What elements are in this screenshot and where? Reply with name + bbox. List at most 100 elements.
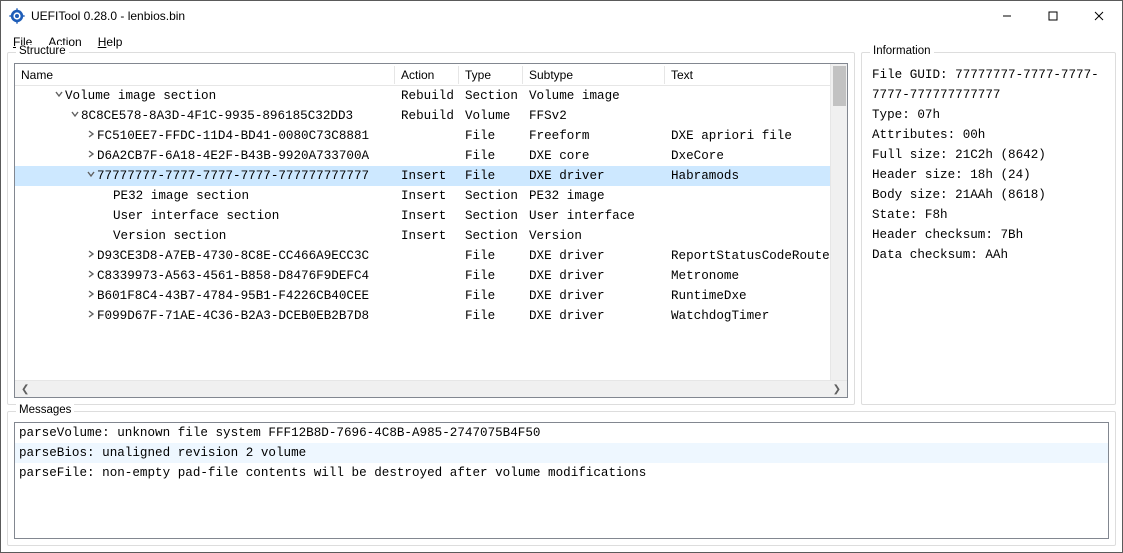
tree-row-subtype: FFSv2 <box>523 106 665 126</box>
tree-row-name: C8339973-A563-4561-B858-D8476F9DEFC4 <box>97 269 369 283</box>
information-legend: Information <box>870 45 934 57</box>
tree-row-type: Section <box>459 186 523 206</box>
tree-row[interactable]: B601F8C4-43B7-4784-95B1-F4226CB40CEE File… <box>15 286 847 306</box>
messages-groupbox: Messages parseVolume: unknown file syste… <box>7 411 1116 546</box>
message-row[interactable]: parseBios: unaligned revision 2 volume <box>15 443 1108 463</box>
menubar: File Action Help <box>1 31 1122 52</box>
tree-row-name: Volume image section <box>65 89 216 103</box>
tree-row-text: Metronome <box>665 266 847 286</box>
col-header-subtype[interactable]: Subtype <box>523 66 665 84</box>
expander-closed-icon[interactable] <box>85 246 97 266</box>
tree-row[interactable]: C8339973-A563-4561-B858-D8476F9DEFC4File… <box>15 266 847 286</box>
app-window: UEFITool 0.28.0 - lenbios.bin File Actio… <box>0 0 1123 553</box>
hscroll-right-arrow[interactable]: ❯ <box>829 384 845 395</box>
structure-vscroll-thumb[interactable] <box>833 66 846 106</box>
tree-row[interactable]: FC510EE7-FFDC-11D4-BD41-0080C73C8881 File… <box>15 126 847 146</box>
tree-row-text <box>665 206 847 226</box>
minimize-button[interactable] <box>984 1 1030 31</box>
tree-row-subtype: Freeform <box>523 126 665 146</box>
tree-row-action <box>395 126 459 146</box>
tree-row-type: File <box>459 146 523 166</box>
expander-open-icon[interactable] <box>53 86 65 106</box>
col-header-action[interactable]: Action <box>395 66 459 84</box>
tree-row-type: File <box>459 126 523 146</box>
tree-row-text: DXE apriori file <box>665 126 847 146</box>
tree-row[interactable]: 8C8CE578-8A3D-4F1C-9935-896185C32DD3Rebu… <box>15 106 847 126</box>
tree-row[interactable]: 77777777-7777-7777-7777-777777777777 Inse… <box>15 166 847 186</box>
structure-groupbox: Structure Name Action Type Subtype Text … <box>7 52 855 405</box>
message-row[interactable]: parseFile: non-empty pad-file contents w… <box>15 463 1108 483</box>
structure-vscrollbar[interactable] <box>830 64 847 380</box>
tree-row[interactable]: Version sectionInsertSectionVersion <box>15 226 847 246</box>
structure-tree-body[interactable]: Volume image sectionRebuildSectionVolume… <box>15 86 847 380</box>
tree-row[interactable]: D93CE3D8-A7EB-4730-8C8E-CC466A9ECC3C File… <box>15 246 847 266</box>
tree-row-name: User interface section <box>113 209 279 223</box>
tree-row-subtype: DXE driver <box>523 306 665 326</box>
tree-row-action <box>395 306 459 326</box>
tree-row-name: Version section <box>113 229 226 243</box>
tree-row-type: Volume <box>459 106 523 126</box>
message-row[interactable]: parseVolume: unknown file system FFF12B8… <box>15 423 1108 443</box>
tree-row-type: Section <box>459 206 523 226</box>
structure-tree-header: Name Action Type Subtype Text <box>15 64 847 86</box>
tree-row-name: FC510EE7-FFDC-11D4-BD41-0080C73C8881 <box>97 129 369 143</box>
maximize-button[interactable] <box>1030 1 1076 31</box>
tree-row-action: Rebuild <box>395 86 459 106</box>
information-body[interactable]: File GUID: 77777777-7777-7777-7777-77777… <box>868 63 1109 398</box>
expander-closed-icon[interactable] <box>85 306 97 326</box>
structure-tree[interactable]: Name Action Type Subtype Text Volume ima… <box>14 63 848 398</box>
tree-row-subtype: DXE driver <box>523 266 665 286</box>
tree-row[interactable]: Volume image section RebuildSectionVolume… <box>15 86 847 106</box>
structure-legend: Structure <box>16 45 69 57</box>
expander-closed-icon[interactable] <box>85 266 97 286</box>
app-icon <box>9 8 25 24</box>
messages-body[interactable]: parseVolume: unknown file system FFF12B8… <box>14 422 1109 539</box>
expander-closed-icon[interactable] <box>85 126 97 146</box>
tree-row-text <box>665 86 847 106</box>
tree-row-subtype: Volume image <box>523 86 665 106</box>
col-header-type[interactable]: Type <box>459 66 523 84</box>
menu-help[interactable]: Help <box>90 33 131 51</box>
tree-row[interactable]: User interface sectionInsertSectionUser … <box>15 206 847 226</box>
tree-row-action: Insert <box>395 166 459 186</box>
tree-row-type: File <box>459 286 523 306</box>
tree-row-text <box>665 106 847 126</box>
tree-row-text: WatchdogTimer <box>665 306 847 326</box>
tree-row[interactable]: F099D67F-71AE-4C36-B2A3-DCEB0EB2B7D8File… <box>15 306 847 326</box>
expander-open-icon[interactable] <box>85 166 97 186</box>
col-header-text[interactable]: Text <box>665 66 847 84</box>
tree-row-type: File <box>459 246 523 266</box>
tree-row-action <box>395 266 459 286</box>
content-area: Structure Name Action Type Subtype Text … <box>1 52 1122 552</box>
expander-closed-icon[interactable] <box>85 286 97 306</box>
tree-row-type: Section <box>459 86 523 106</box>
expander-open-icon[interactable] <box>69 106 81 126</box>
tree-row-text <box>665 186 847 206</box>
tree-row-name: 77777777-7777-7777-7777-777777777777 <box>97 169 369 183</box>
tree-row-action <box>395 286 459 306</box>
tree-row-action: Rebuild <box>395 106 459 126</box>
tree-row-subtype: DXE core <box>523 146 665 166</box>
expander-closed-icon[interactable] <box>85 146 97 166</box>
tree-row[interactable]: D6A2CB7F-6A18-4E2F-B43B-9920A733700A File… <box>15 146 847 166</box>
tree-row-type: Section <box>459 226 523 246</box>
close-button[interactable] <box>1076 1 1122 31</box>
tree-row-name: PE32 image section <box>113 189 249 203</box>
tree-row-text: Habramods <box>665 166 847 186</box>
tree-row-text: RuntimeDxe <box>665 286 847 306</box>
tree-row-name: B601F8C4-43B7-4784-95B1-F4226CB40CEE <box>97 289 369 303</box>
structure-hscrollbar[interactable]: ❮ ❯ <box>15 380 847 397</box>
tree-row-name: D93CE3D8-A7EB-4730-8C8E-CC466A9ECC3C <box>97 249 369 263</box>
tree-row-action <box>395 246 459 266</box>
tree-row-subtype: DXE driver <box>523 166 665 186</box>
col-header-name[interactable]: Name <box>15 66 395 84</box>
tree-row-type: File <box>459 166 523 186</box>
hscroll-left-arrow[interactable]: ❮ <box>17 384 33 395</box>
tree-row-name: D6A2CB7F-6A18-4E2F-B43B-9920A733700A <box>97 149 369 163</box>
tree-row-action <box>395 146 459 166</box>
tree-row-text: DxeCore <box>665 146 847 166</box>
tree-row[interactable]: PE32 image sectionInsertSectionPE32 imag… <box>15 186 847 206</box>
tree-row-subtype: PE32 image <box>523 186 665 206</box>
tree-row-type: File <box>459 306 523 326</box>
tree-row-subtype: Version <box>523 226 665 246</box>
